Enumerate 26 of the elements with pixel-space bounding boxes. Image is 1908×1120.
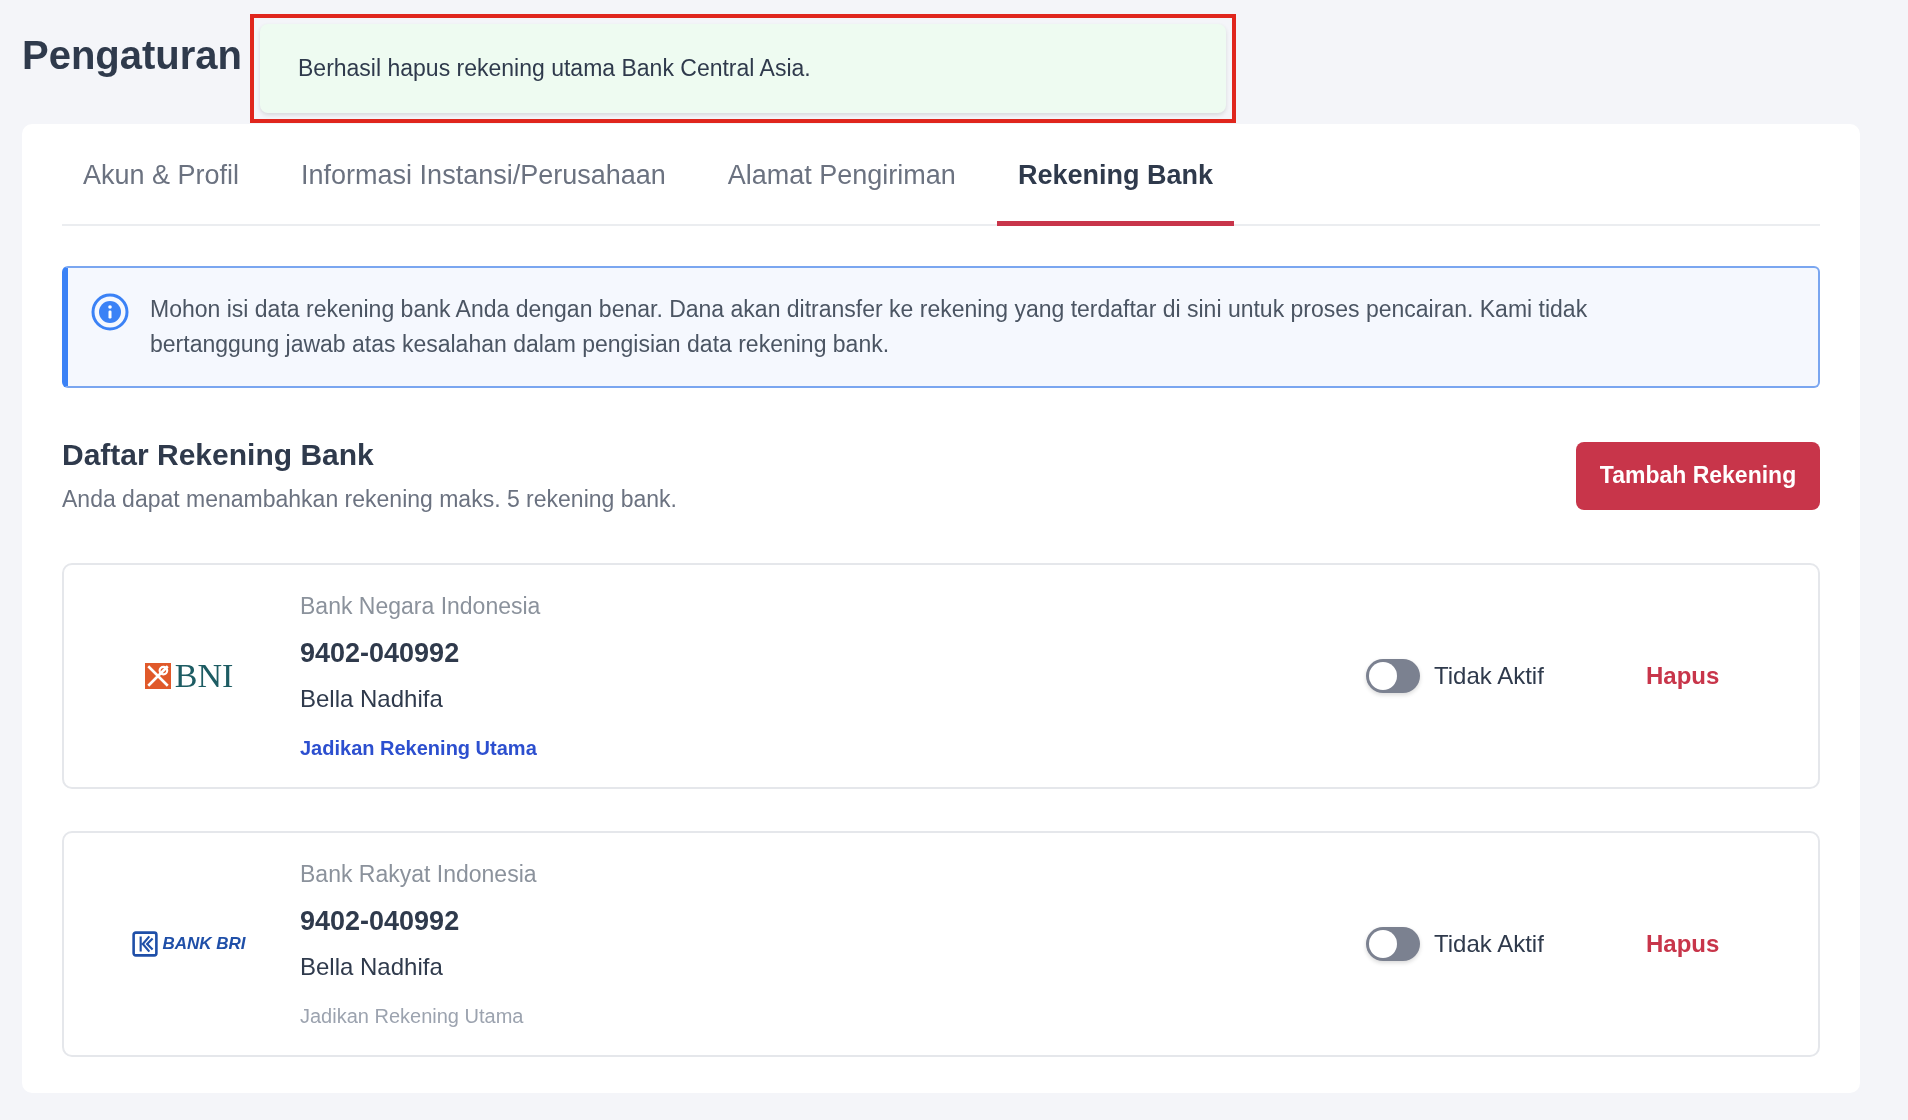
- status-label: Tidak Aktif: [1434, 662, 1544, 690]
- make-primary-link[interactable]: Jadikan Rekening Utama: [300, 736, 537, 760]
- tab[interactable]: Akun & Profil: [62, 124, 261, 226]
- bank-name: Bank Negara Indonesia: [300, 592, 542, 620]
- bank-logo: BANK BRI: [132, 931, 246, 957]
- tab[interactable]: Rekening Bank: [996, 124, 1234, 226]
- delete-link[interactable]: Hapus: [1646, 930, 1818, 958]
- toggle-switch[interactable]: [1366, 659, 1420, 693]
- info-icon: [90, 292, 130, 332]
- account-number: 9402-040992: [300, 905, 461, 937]
- success-toast: Berhasil hapus rekening utama Bank Central Asia.: [260, 24, 1226, 113]
- account-number: 9402-040992: [300, 637, 461, 669]
- section-subtitle: Anda dapat menambahkan rekening maks. 5 rekening bank.: [62, 486, 677, 513]
- bank-logo: BNI: [144, 657, 234, 695]
- account-holder: Bella Nadhifa: [300, 684, 444, 713]
- tab[interactable]: Informasi Instansi/Perusahaan: [280, 124, 687, 226]
- delete-link[interactable]: Hapus: [1646, 662, 1818, 690]
- toggle-switch[interactable]: [1366, 927, 1420, 961]
- info-text: Mohon isi data rekening bank Anda dengan benar. Dana akan ditransfer ke rekening yang terdaftar di sini untuk proses pencairan. Kami tidak bertanggung jawab atas kesalahan dalam pengisian data rekening bank.: [150, 295, 1589, 359]
- page-title: Pengaturan: [22, 32, 243, 78]
- add-account-button[interactable]: Tambah Rekening: [1576, 441, 1820, 510]
- bank-name: Bank Rakyat Indonesia: [300, 860, 538, 888]
- section-title: Daftar Rekening Bank: [62, 438, 375, 472]
- tab[interactable]: Alamat Pengiriman: [706, 124, 977, 226]
- account-holder: Bella Nadhifa: [300, 952, 444, 981]
- status-label: Tidak Aktif: [1434, 930, 1544, 958]
